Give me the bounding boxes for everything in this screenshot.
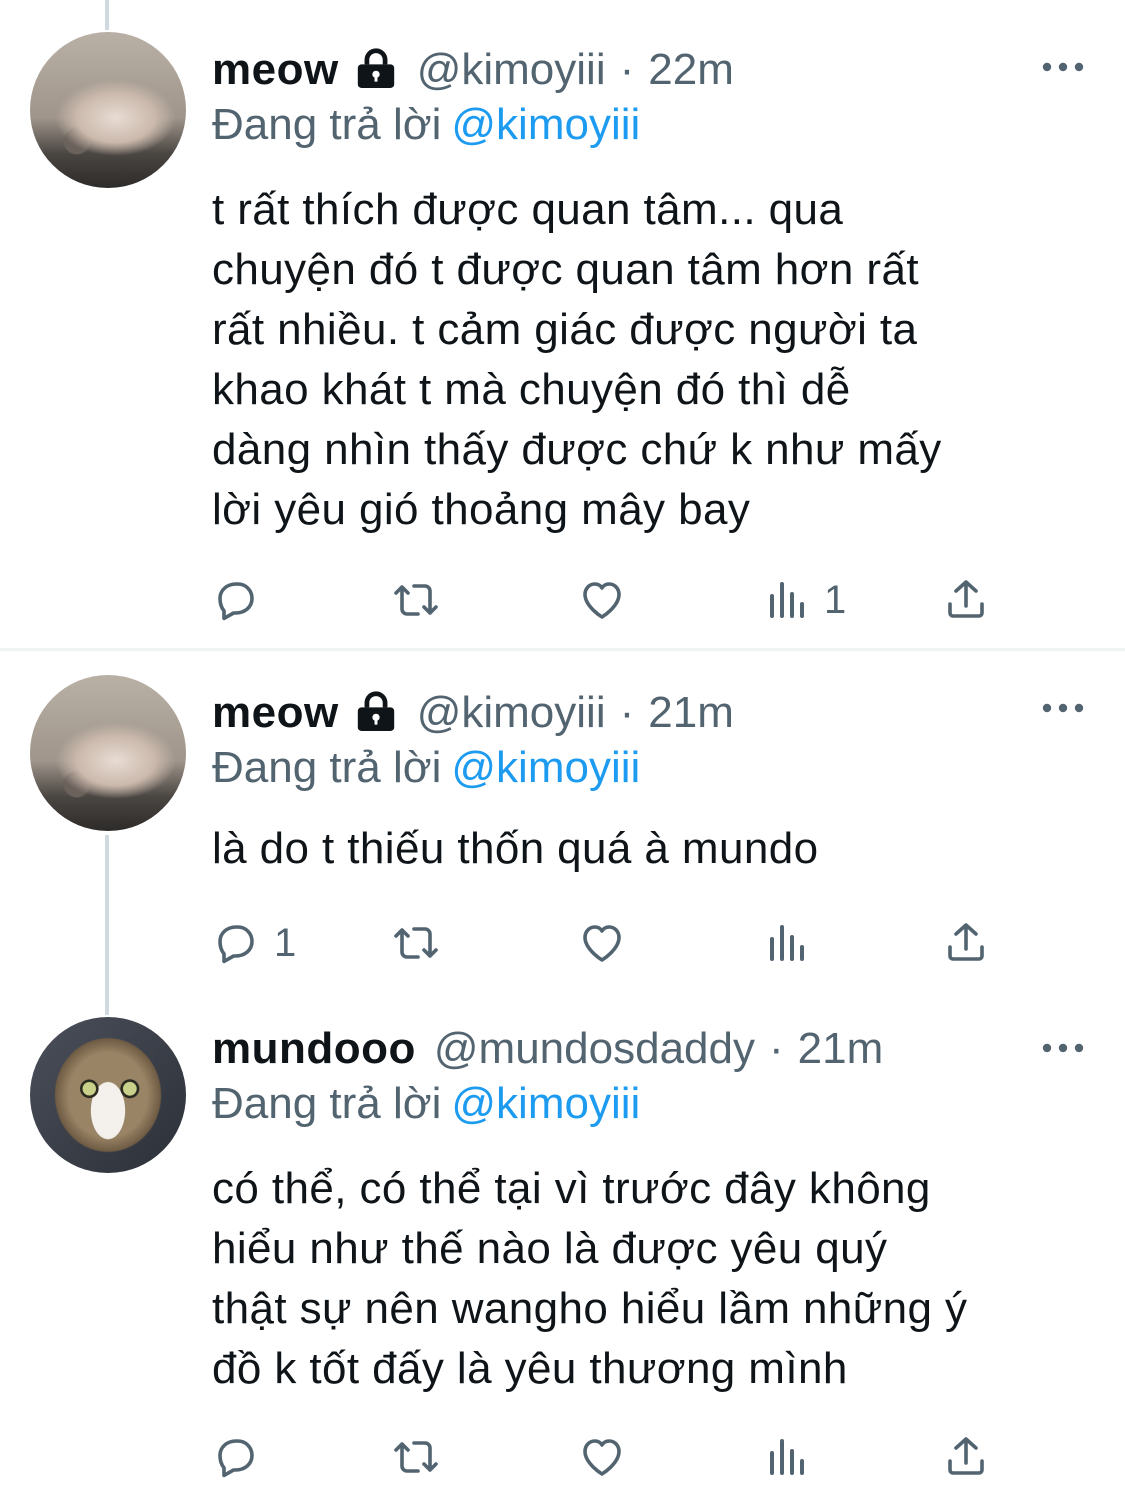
lock-icon <box>357 691 394 731</box>
avatar[interactable] <box>30 1017 186 1173</box>
tweet-header: meow @kimoyiii · 22m <box>212 40 734 100</box>
reply-prefix: Đang trả lời <box>212 1079 442 1128</box>
retweet-icon <box>394 584 438 616</box>
heart-icon <box>583 1439 621 1476</box>
user-handle[interactable]: @kimoyiii <box>417 688 606 738</box>
share-button[interactable] <box>942 1433 990 1481</box>
reply-icon <box>218 582 254 621</box>
views-icon <box>770 925 804 961</box>
share-icon <box>948 580 984 618</box>
tweet-header: meow @kimoyiii · 21m <box>212 683 734 743</box>
reply-mention-link[interactable]: @kimoyiii <box>451 1079 640 1128</box>
reply-button[interactable] <box>212 576 274 624</box>
tweet[interactable]: mundooo @mundosdaddy · 21m Đang trả lời @… <box>0 991 1125 1506</box>
action-bar: 1 <box>212 919 1002 967</box>
user-handle[interactable]: @kimoyiii <box>417 45 606 95</box>
reply-count: 1 <box>274 920 297 965</box>
heart-icon <box>583 925 621 962</box>
more-icon[interactable] <box>1041 701 1085 715</box>
reply-prefix: Đang trả lời <box>212 100 442 149</box>
view-count: 1 <box>824 577 847 622</box>
display-name[interactable]: meow <box>212 688 339 738</box>
reply-prefix: Đang trả lời <box>212 743 442 792</box>
reply-context: Đang trả lời @kimoyiii <box>212 743 640 793</box>
timestamp[interactable]: 21m <box>798 1024 884 1074</box>
share-icon <box>948 923 984 961</box>
share-button[interactable] <box>942 576 990 624</box>
reply-icon <box>218 925 254 964</box>
user-handle[interactable]: @mundosdaddy <box>434 1024 755 1074</box>
heart-icon <box>583 582 621 619</box>
tweet-text: t rất thích được quan tâm... qua chuyện … <box>212 185 942 534</box>
reply-mention-link[interactable]: @kimoyiii <box>451 743 640 792</box>
like-button[interactable] <box>578 576 640 624</box>
avatar[interactable] <box>30 32 186 188</box>
reply-context: Đang trả lời @kimoyiii <box>212 100 640 150</box>
separator-dot: · <box>619 45 635 94</box>
like-button[interactable] <box>578 1433 640 1481</box>
more-icon[interactable] <box>1041 1041 1085 1055</box>
tweet[interactable]: meow @kimoyiii · 21m Đang trả lời @kimoyi… <box>0 651 1125 991</box>
display-name[interactable]: mundooo <box>212 1024 416 1074</box>
tweet[interactable]: meow @kimoyiii · 22m Đang trả lời @kimoyi… <box>0 0 1125 648</box>
avatar[interactable] <box>30 675 186 831</box>
separator-dot: · <box>768 1024 784 1073</box>
action-bar <box>212 1433 1002 1481</box>
tweet-text: có thể, có thể tại vì trước đây không hi… <box>212 1164 968 1393</box>
retweet-button[interactable] <box>392 576 454 624</box>
retweet-icon <box>394 927 438 959</box>
like-button[interactable] <box>578 919 640 967</box>
reply-button[interactable]: 1 <box>212 919 296 967</box>
action-bar: 1 <box>212 576 1002 624</box>
reply-context: Đang trả lời @kimoyiii <box>212 1079 640 1129</box>
reply-icon <box>218 1439 254 1478</box>
views-button[interactable] <box>762 1433 824 1481</box>
separator-dot: · <box>619 688 635 737</box>
timestamp[interactable]: 22m <box>648 45 734 95</box>
reply-mention-link[interactable]: @kimoyiii <box>451 100 640 149</box>
views-icon <box>770 1439 804 1475</box>
lock-icon <box>357 48 394 88</box>
tweet-text: là do t thiếu thốn quá à mundo <box>212 824 819 873</box>
more-icon[interactable] <box>1041 60 1085 74</box>
display-name[interactable]: meow <box>212 45 339 95</box>
tweet-header: mundooo @mundosdaddy · 21m <box>212 1019 883 1079</box>
retweet-button[interactable] <box>392 919 454 967</box>
share-button[interactable] <box>942 919 990 967</box>
retweet-icon <box>394 1441 438 1473</box>
timestamp[interactable]: 21m <box>648 688 734 738</box>
views-icon <box>770 582 804 618</box>
views-button[interactable] <box>762 919 824 967</box>
views-button[interactable]: 1 <box>762 576 846 624</box>
reply-button[interactable] <box>212 1433 274 1481</box>
share-icon <box>948 1437 984 1475</box>
retweet-button[interactable] <box>392 1433 454 1481</box>
